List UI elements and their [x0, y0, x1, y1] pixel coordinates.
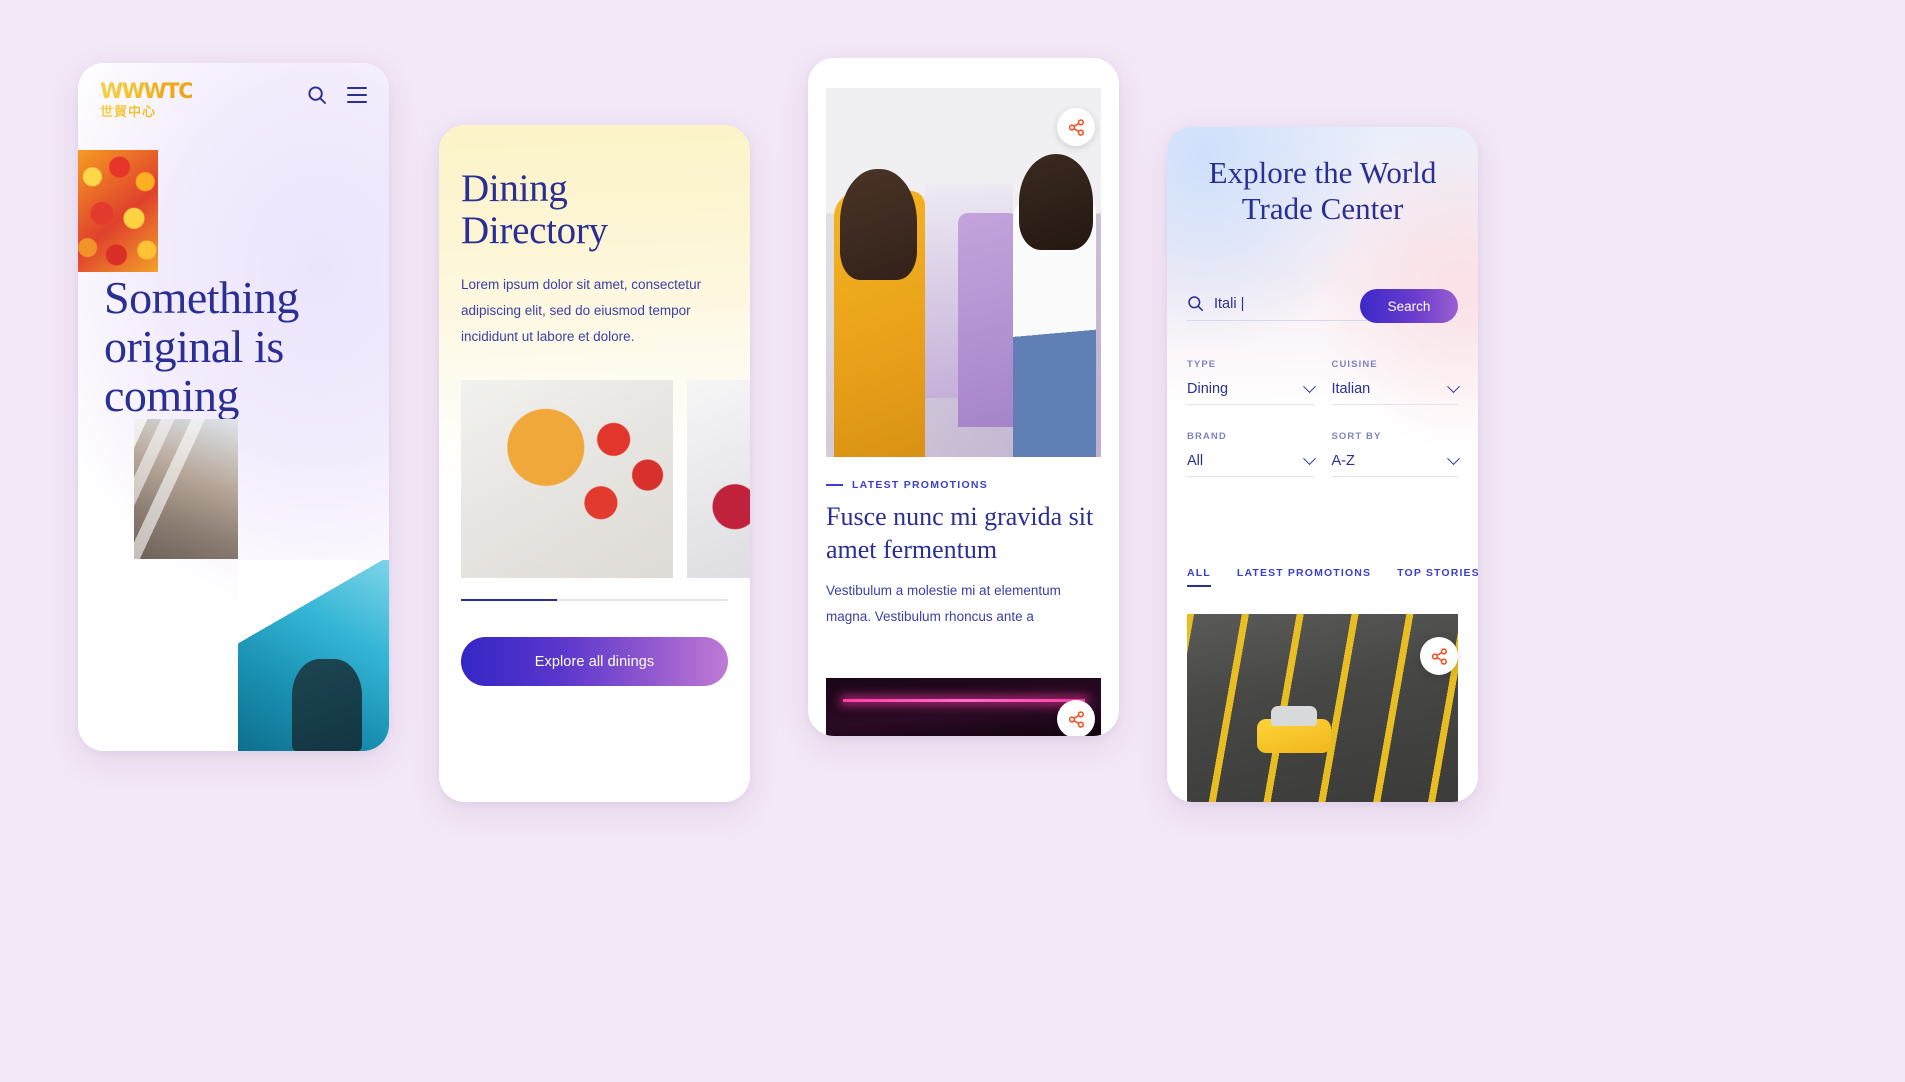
chevron-down-icon[interactable] — [1447, 451, 1460, 465]
purple-garment — [958, 213, 1019, 428]
filter-cuisine[interactable]: CUISINE Italian — [1331, 359, 1460, 405]
filter-value: All — [1187, 453, 1204, 469]
logo-wordmark: WWWTC — [100, 79, 194, 103]
chevron-down-icon[interactable] — [1302, 451, 1316, 465]
page-title: Explore the World Trade Center — [1208, 155, 1437, 227]
clothing-store-shoppers-photo — [826, 88, 1101, 457]
filter-sort-by[interactable]: SORT BY A-Z — [1331, 431, 1460, 477]
architecture-sky-photo — [238, 560, 389, 751]
search-icon — [1187, 295, 1204, 312]
filter-value: Italian — [1331, 381, 1371, 397]
phone-screen-promotions: LATEST PROMOTIONS Fusce nunc mi gravida … — [808, 58, 1119, 736]
filter-brand[interactable]: BRAND All — [1187, 431, 1316, 477]
eyebrow-dash-icon — [826, 484, 843, 486]
filter-label: BRAND — [1187, 431, 1227, 442]
tab-all[interactable]: ALL — [1187, 567, 1211, 587]
tab-latest-promotions[interactable]: LATEST PROMOTIONS — [1237, 567, 1371, 585]
yellow-car — [1257, 706, 1332, 754]
filter-value: Dining — [1187, 381, 1229, 397]
share-button[interactable] — [1420, 637, 1458, 675]
logo-chinese-name: 世貿中心 — [100, 105, 192, 118]
tab-top-stories[interactable]: TOP STORIES — [1397, 567, 1478, 585]
share-icon — [1068, 710, 1084, 728]
article-title[interactable]: Fusce nunc mi gravida sit amet fermentum — [826, 501, 1103, 566]
carousel-item-pasta[interactable] — [461, 380, 673, 578]
filter-label: CUISINE — [1331, 359, 1378, 370]
parking-lot-yellow-car-photo[interactable] — [1187, 614, 1458, 802]
phone-screen-teaser: WWWTC 世貿中心 Something original is coming — [78, 63, 389, 751]
search-icon[interactable] — [307, 85, 327, 105]
hamburger-menu-icon[interactable] — [347, 87, 367, 103]
filter-label: TYPE — [1187, 359, 1217, 370]
filter-type[interactable]: TYPE Dining — [1187, 359, 1316, 405]
screen1-header-actions — [307, 81, 367, 105]
filter-grid: TYPE Dining CUISINE Italian BRAND All SO… — [1187, 359, 1460, 477]
page-title: Dining Directory — [461, 167, 608, 253]
article-excerpt: Vestibulum a molestie mi at elementum ma… — [826, 583, 1061, 624]
page-title: Something original is coming — [104, 272, 299, 422]
section-eyebrow: LATEST PROMOTIONS — [826, 479, 988, 491]
share-button[interactable] — [1057, 108, 1095, 146]
wtc-logo[interactable]: WWWTC 世貿中心 — [100, 79, 194, 119]
carousel-progress-track[interactable] — [461, 599, 728, 601]
carousel-item-dessert[interactable] — [687, 380, 750, 578]
explore-all-dinings-button[interactable]: Explore all dinings — [461, 637, 728, 686]
filter-label: SORT BY — [1331, 431, 1382, 442]
chevron-down-icon[interactable] — [1302, 379, 1316, 393]
search-button[interactable]: Search — [1360, 289, 1458, 323]
citrus-fruit-photo — [78, 150, 158, 272]
phone-screen-dining-directory: Dining Directory Lorem ipsum dolor sit am… — [439, 125, 750, 802]
neon-light-strip — [842, 698, 1085, 702]
dining-image-carousel[interactable] — [461, 380, 750, 578]
mall-interior-photo — [134, 419, 238, 559]
search-field-wrapper[interactable] — [1187, 295, 1367, 321]
phone-screen-explore: Explore the World Trade Center Search TY… — [1167, 127, 1478, 802]
share-button-secondary[interactable] — [1057, 700, 1095, 736]
search-input[interactable] — [1214, 295, 1367, 312]
screen1-header: WWWTC 世貿中心 — [78, 63, 389, 127]
shopper-two-hair — [1018, 154, 1093, 251]
chevron-down-icon[interactable] — [1447, 379, 1460, 393]
eyebrow-label: LATEST PROMOTIONS — [852, 479, 988, 491]
share-icon — [1431, 647, 1447, 665]
content-tabs: ALL LATEST PROMOTIONS TOP STORIES — [1187, 567, 1478, 587]
shopper-one-hair — [839, 169, 917, 280]
page-description: Lorem ipsum dolor sit amet, consectetur … — [461, 277, 702, 344]
carousel-progress-fill — [461, 599, 558, 601]
share-icon — [1068, 118, 1084, 136]
filter-value: A-Z — [1331, 453, 1355, 469]
